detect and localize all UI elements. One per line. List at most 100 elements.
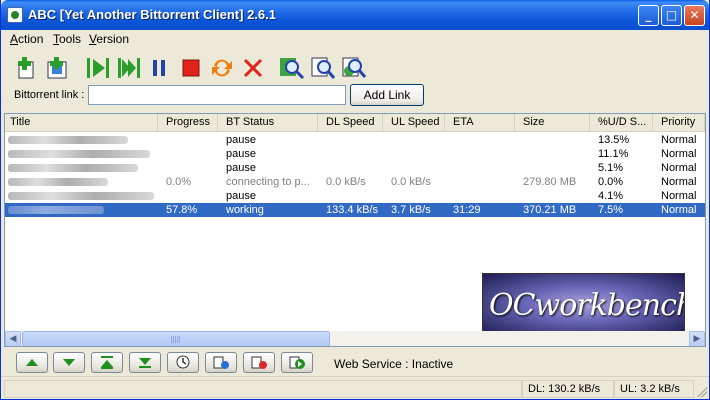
cell-progress bbox=[161, 189, 221, 203]
table-row[interactable]: pause 4.1% Normal bbox=[5, 189, 705, 203]
cell-bt-status: pause bbox=[226, 134, 256, 146]
bottom-toolbar: Web Service : Inactive bbox=[1, 349, 709, 375]
column-ratio[interactable]: %U/D S... bbox=[590, 114, 653, 132]
stop-upload-button[interactable] bbox=[243, 352, 275, 373]
move-down-icon bbox=[63, 359, 75, 366]
minimize-button[interactable]: _ bbox=[638, 5, 659, 26]
cell-bt-status: pause bbox=[226, 162, 256, 174]
ocworkbench-logo: OCworkbench bbox=[482, 273, 685, 335]
menu-version[interactable]: Version bbox=[89, 32, 129, 46]
close-button[interactable]: ✕ bbox=[684, 5, 705, 26]
logo-text: OCworkbench bbox=[489, 288, 685, 323]
table-row[interactable]: pause 13.5% Normal bbox=[5, 133, 705, 147]
stop-upload-icon bbox=[251, 356, 267, 369]
cell-ul-speed bbox=[386, 161, 448, 175]
cell-ul-speed bbox=[386, 189, 448, 203]
column-eta[interactable]: ETA bbox=[445, 114, 515, 132]
web-search-icon[interactable] bbox=[341, 56, 367, 80]
resume-icon[interactable] bbox=[85, 56, 111, 80]
cell-bt-status: pause bbox=[226, 190, 256, 202]
move-down-button[interactable] bbox=[53, 352, 85, 373]
column-priority[interactable]: Priority bbox=[653, 114, 705, 132]
move-up-button[interactable] bbox=[16, 352, 48, 373]
move-top-icon bbox=[101, 356, 113, 369]
add-torrent-file-icon[interactable] bbox=[13, 56, 39, 80]
table-row[interactable]: pause 11.1% Normal bbox=[5, 147, 705, 161]
cell-size bbox=[518, 147, 593, 161]
cell-size bbox=[518, 161, 593, 175]
cell-size: 370.21 MB bbox=[523, 204, 577, 216]
scheduler-icon bbox=[176, 355, 190, 369]
cell-size bbox=[518, 133, 593, 147]
maximize-button[interactable]: □ bbox=[661, 5, 682, 26]
add-link-button[interactable]: Add Link bbox=[350, 84, 424, 106]
scroll-right-icon[interactable]: ▶ bbox=[689, 331, 705, 346]
scheduler-button[interactable] bbox=[167, 352, 199, 373]
go-button[interactable] bbox=[281, 352, 313, 373]
column-dl-speed[interactable]: DL Speed bbox=[318, 114, 383, 132]
app-icon[interactable] bbox=[7, 7, 23, 23]
cell-eta bbox=[448, 147, 518, 161]
torrent-list[interactable]: Title Progress BT Status DL Speed UL Spe… bbox=[4, 113, 706, 347]
cell-title-obscured bbox=[8, 136, 128, 144]
cell-ratio: 5.1% bbox=[598, 162, 624, 174]
cell-size bbox=[518, 189, 593, 203]
cell-title-obscured bbox=[8, 164, 138, 172]
pause-icon[interactable] bbox=[147, 56, 173, 80]
cell-priority: Normal bbox=[661, 134, 697, 146]
menu-tools[interactable]: Tools bbox=[53, 32, 81, 46]
search-icon[interactable] bbox=[310, 56, 336, 80]
table-row[interactable]: pause 5.1% Normal bbox=[5, 161, 705, 175]
menu-action[interactable]: Action bbox=[10, 32, 43, 46]
horizontal-scrollbar[interactable]: ◀ ▶ bbox=[5, 331, 705, 346]
list-header: Title Progress BT Status DL Speed UL Spe… bbox=[5, 114, 705, 132]
status-pane-main bbox=[4, 380, 522, 398]
title-bar[interactable]: ABC [Yet Another Bittorrent Client] 2.6.… bbox=[1, 0, 709, 30]
cell-priority: Normal bbox=[661, 162, 697, 174]
scroll-thumb[interactable] bbox=[22, 331, 330, 346]
cell-bt-status: working bbox=[226, 204, 264, 216]
resume-all-icon[interactable] bbox=[116, 56, 142, 80]
column-progress[interactable]: Progress bbox=[158, 114, 218, 132]
cell-bt-status: pause bbox=[226, 148, 256, 160]
cell-bt-status: connecting to p... bbox=[226, 176, 310, 188]
column-title[interactable]: Title bbox=[5, 114, 158, 132]
status-bar: DL: 130.2 kB/s UL: 3.2 kB/s bbox=[1, 376, 709, 399]
table-row[interactable]: 57.8% working 133.4 kB/s 3.7 kB/s 31:29 370.2… bbox=[5, 203, 705, 217]
window-title: ABC [Yet Another Bittorrent Client] 2.6.… bbox=[28, 7, 276, 22]
scroll-grip bbox=[171, 336, 181, 343]
cell-eta bbox=[448, 189, 518, 203]
move-bottom-button[interactable] bbox=[129, 352, 161, 373]
go-icon bbox=[289, 356, 305, 369]
remove-icon[interactable] bbox=[240, 56, 266, 80]
cell-title-obscured bbox=[8, 206, 104, 214]
stop-icon[interactable] bbox=[178, 56, 204, 80]
cell-progress bbox=[161, 133, 221, 147]
bittorrent-link-input[interactable] bbox=[88, 85, 346, 105]
queue-icon[interactable] bbox=[209, 56, 235, 80]
cell-progress bbox=[161, 161, 221, 175]
cell-title-obscured bbox=[8, 178, 108, 186]
peer-info-icon bbox=[213, 356, 229, 369]
cell-dl-speed: 0.0 kB/s bbox=[326, 176, 366, 188]
bittorrent-link-label: Bittorrent link : bbox=[14, 89, 85, 101]
peer-info-button[interactable] bbox=[205, 352, 237, 373]
column-ul-speed[interactable]: UL Speed bbox=[383, 114, 445, 132]
scroll-left-icon[interactable]: ◀ bbox=[5, 331, 21, 346]
cell-dl-speed bbox=[321, 189, 386, 203]
cell-dl-speed bbox=[321, 133, 386, 147]
cell-ul-speed: 0.0 kB/s bbox=[391, 176, 431, 188]
web-service-status: Web Service : Inactive bbox=[334, 357, 454, 371]
resize-grip-icon[interactable] bbox=[697, 387, 707, 397]
table-row[interactable]: 0.0% connecting to p... 0.0 kB/s 0.0 kB/s 27… bbox=[5, 175, 705, 189]
link-row: Bittorrent link : Add Link bbox=[1, 84, 709, 108]
cell-ratio: 0.0% bbox=[598, 176, 624, 188]
move-top-button[interactable] bbox=[91, 352, 123, 373]
torrent-details-icon[interactable] bbox=[279, 56, 305, 80]
column-bt-status[interactable]: BT Status bbox=[218, 114, 318, 132]
add-torrent-url-icon[interactable] bbox=[44, 56, 70, 80]
cell-dl-speed: 133.4 kB/s bbox=[326, 204, 378, 216]
cell-ratio: 7.5% bbox=[598, 204, 624, 216]
move-bottom-icon bbox=[139, 358, 151, 368]
column-size[interactable]: Size bbox=[515, 114, 590, 132]
